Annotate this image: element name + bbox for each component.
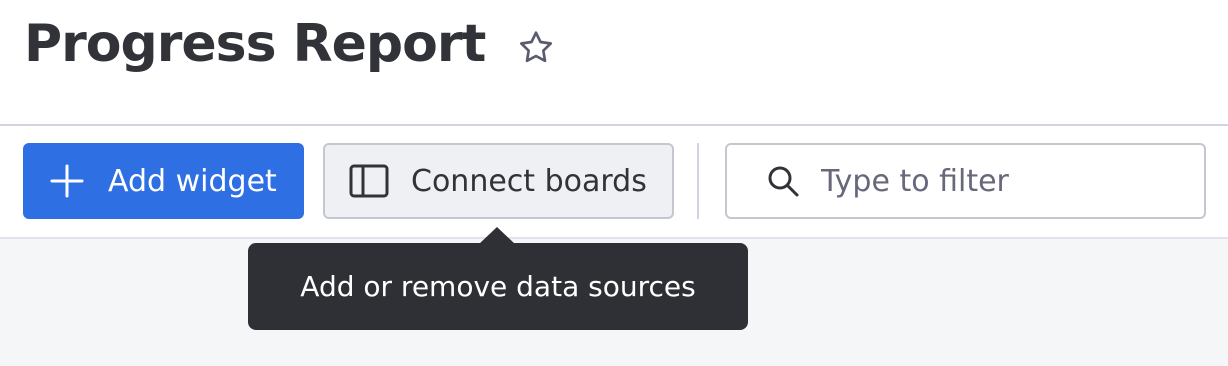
add-widget-label: Add widget [108, 163, 277, 199]
add-widget-button[interactable]: Add widget [23, 143, 304, 219]
header-divider [0, 124, 1228, 126]
plus-icon [49, 163, 85, 199]
filter-search-box[interactable] [725, 143, 1206, 219]
connect-boards-label: Connect boards [411, 163, 647, 199]
connect-boards-button[interactable]: Connect boards [323, 143, 674, 219]
tooltip-arrow [479, 227, 515, 244]
connect-boards-tooltip: Add or remove data sources [248, 243, 748, 330]
search-icon [765, 163, 801, 199]
page-title: Progress Report [24, 14, 486, 74]
board-panel-icon [349, 164, 389, 198]
tooltip-text: Add or remove data sources [300, 270, 696, 303]
toolbar-separator [697, 143, 699, 219]
filter-input[interactable] [819, 162, 1163, 200]
favorite-star-icon[interactable] [516, 28, 556, 68]
